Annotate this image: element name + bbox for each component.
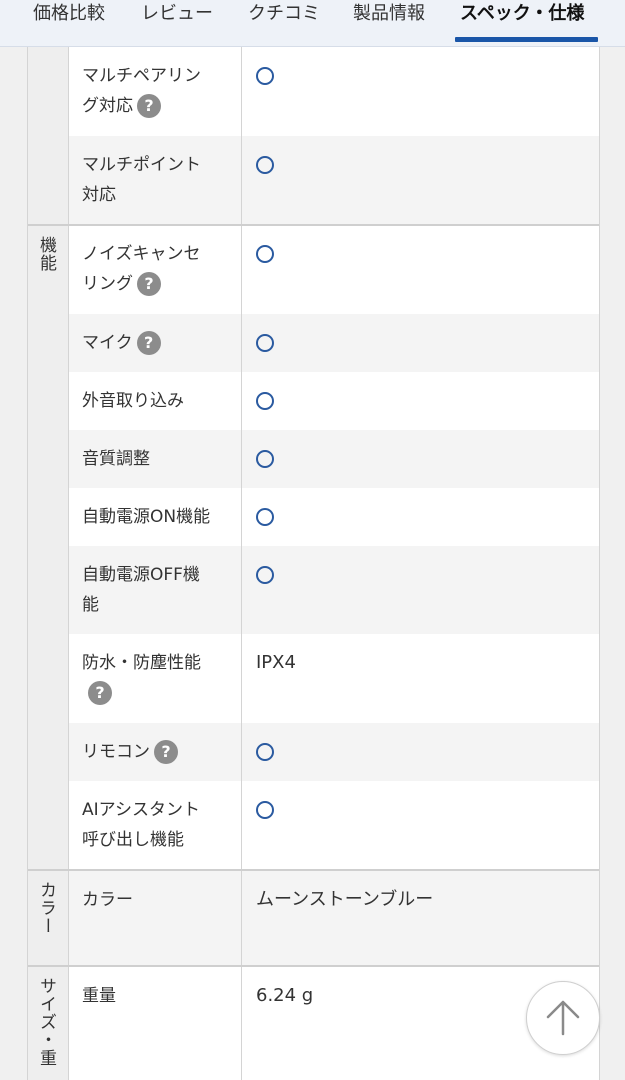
category-cell-size: サイズ・重 <box>28 967 69 1080</box>
spec-name: カラー <box>82 890 133 910</box>
question-icon[interactable]: ? <box>154 740 178 764</box>
spec-value: IPX4 <box>256 652 296 673</box>
spec-name: グ対応 <box>82 96 133 116</box>
question-icon[interactable]: ? <box>137 272 161 296</box>
circle-mark-icon <box>256 392 274 410</box>
category-cell-function: 機能 <box>28 226 69 869</box>
spec-name: マイク <box>82 333 133 353</box>
tab-product-info[interactable]: 製品情報 <box>353 2 425 48</box>
spec-table: 機能 カラー サイズ・重 マルチペアリン グ対応? マルチポイント 対応 ノイズ… <box>27 46 600 1080</box>
spec-row: 重量 6.24 g <box>69 967 599 1080</box>
spec-row: マルチポイント 対応 <box>69 136 599 224</box>
spec-row: 防水・防塵性能 ? IPX4 <box>69 634 599 723</box>
spec-name: 自動電源ON機能 <box>82 507 211 527</box>
spec-name: リモコン <box>82 742 150 762</box>
spec-row: マルチペアリン グ対応? <box>69 46 599 136</box>
spec-name: 外音取り込み <box>82 391 184 411</box>
circle-mark-icon <box>256 508 274 526</box>
spec-name: 重量 <box>82 986 116 1006</box>
tab-review[interactable]: レビュー <box>141 2 213 48</box>
spec-name: 対応 <box>82 185 116 205</box>
spec-name: 能 <box>82 595 99 615</box>
circle-mark-icon <box>256 450 274 468</box>
spec-name: マルチペアリン <box>82 66 201 86</box>
circle-mark-icon <box>256 334 274 352</box>
circle-mark-icon <box>256 566 274 584</box>
spec-row: 音質調整 <box>69 430 599 488</box>
spec-name: AIアシスタント <box>82 800 200 820</box>
weight-link[interactable]: 6.24 g <box>256 981 313 1011</box>
spec-name: 自動電源OFF機 <box>82 565 200 585</box>
tab-kuchikomi[interactable]: クチコミ <box>248 2 320 48</box>
spec-row: 外音取り込み <box>69 372 599 430</box>
spec-name: マルチポイント <box>82 155 201 175</box>
spec-row: 自動電源OFF機 能 <box>69 546 599 634</box>
spec-name: 防水・防塵性能 <box>82 653 201 673</box>
spec-row: リモコン? <box>69 723 599 781</box>
category-label-function: 機能 <box>36 236 56 272</box>
spec-name: 呼び出し機能 <box>82 830 184 850</box>
category-label-size: サイズ・重 <box>36 977 56 1067</box>
spec-row: ノイズキャンセ リング? <box>69 226 599 314</box>
spec-row: マイク? <box>69 314 599 372</box>
spec-name: 音質調整 <box>82 449 150 469</box>
spec-value: ムーンストーンブルー <box>256 889 434 910</box>
circle-mark-icon <box>256 156 274 174</box>
category-cell-color: カラー <box>28 871 69 965</box>
circle-mark-icon <box>256 801 274 819</box>
spec-name: ノイズキャンセ <box>82 244 201 264</box>
spec-name: リング <box>82 274 133 294</box>
spec-row: AIアシスタント 呼び出し機能 <box>69 781 599 869</box>
question-icon[interactable]: ? <box>136 331 161 355</box>
scroll-to-top-button[interactable] <box>526 981 600 1055</box>
category-label-color: カラー <box>36 881 56 935</box>
spec-row: カラー ムーンストーンブルー <box>69 871 599 965</box>
spec-row: 自動電源ON機能 <box>69 488 599 546</box>
tab-bar: 価格比較 レビュー クチコミ 製品情報 スペック・仕様 <box>0 0 625 47</box>
tab-price[interactable]: 価格比較 <box>33 2 105 48</box>
circle-mark-icon <box>256 743 274 761</box>
circle-mark-icon <box>256 245 274 263</box>
arrow-up-icon <box>546 1000 580 1036</box>
category-cell-connection <box>28 46 69 224</box>
circle-mark-icon <box>256 67 274 85</box>
question-icon[interactable]: ? <box>137 94 161 118</box>
active-tab-indicator <box>455 37 598 42</box>
question-icon[interactable]: ? <box>88 681 112 705</box>
